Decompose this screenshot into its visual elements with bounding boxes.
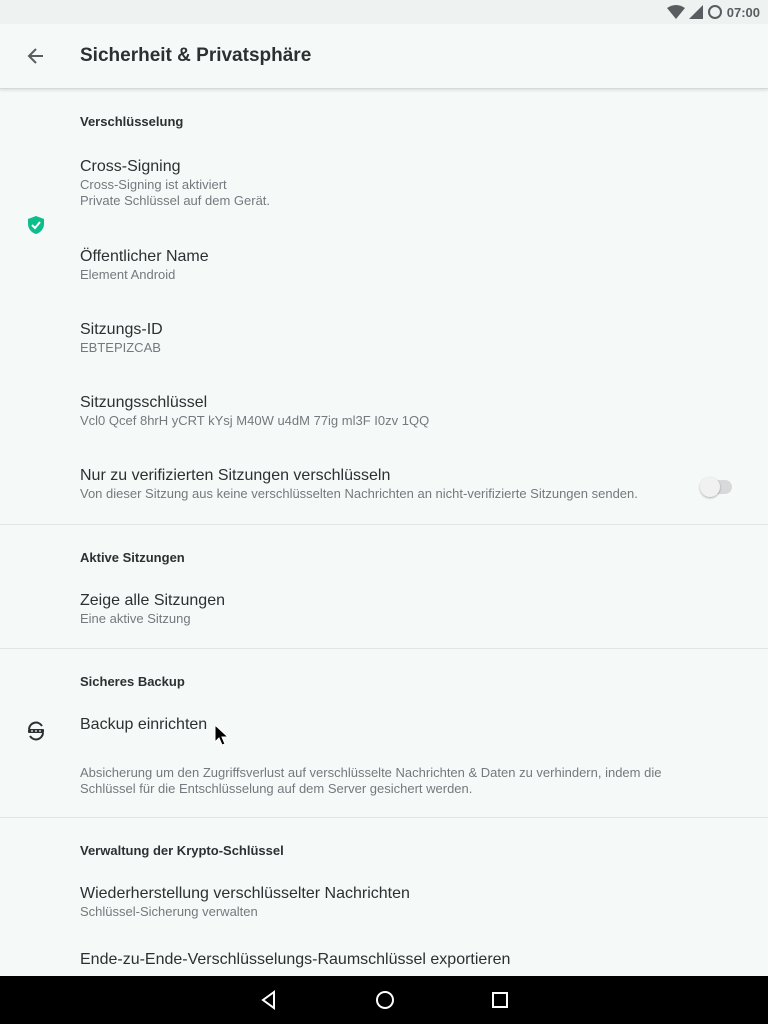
pref-verified-only[interactable]: Nur zu verifizierten Sitzungen verschlüs… [0,466,768,524]
pref-summary: EBTEPIZCAB [80,340,161,355]
nav-back-icon[interactable] [259,990,279,1010]
wifi-icon [666,5,685,19]
section-header-secure-backup: Sicheres Backup [80,674,185,689]
pref-restore-messages[interactable]: Wiederherstellung verschlüsselter Nachri… [0,860,768,934]
pref-title: Zeige alle Sitzungen [80,592,225,609]
pref-summary: Eine aktive Sitzung [80,611,191,626]
pref-title: Öffentlicher Name [80,248,209,265]
pref-session-key[interactable]: Sitzungsschlüssel Vcl0 Qcef 8hrH yCRT kY… [0,393,768,466]
pref-title: Cross-Signing [80,158,181,175]
status-bar: 07:00 [0,0,768,24]
pref-title: Sitzungs-ID [80,321,163,338]
backup-sync-icon [24,719,48,743]
pref-title: Sitzungsschlüssel [80,394,208,411]
system-nav-bar [0,976,768,1024]
pref-summary: Schlüssel-Sicherung verwalten [80,904,258,919]
section-header-active-sessions: Aktive Sitzungen [80,550,185,565]
pref-public-name[interactable]: Öffentlicher Name Element Android [0,247,768,320]
verified-only-toggle[interactable] [700,477,732,497]
battery-circle-icon [707,5,722,19]
pref-summary: Vcl0 Qcef 8hrH yCRT kYsj M40W u4dM 77ig … [80,413,430,428]
section-header-crypto-keys: Verwaltung der Krypto-Schlüssel [80,843,284,858]
cell-signal-icon [688,5,703,19]
shield-check-icon [24,213,48,237]
pref-title: Ende-zu-Ende-Verschlüsselungs-Raumschlüs… [80,951,511,968]
pref-setup-backup[interactable]: Backup einrichten [0,691,768,765]
pref-summary: Element Android [80,267,176,282]
pref-summary: Private Schlüssel auf dem Gerät. [80,193,271,208]
settings-list[interactable]: Verschlüsselung Cross-Signing Cross-Sign… [0,89,768,976]
pref-session-id[interactable]: Sitzungs-ID EBTEPIZCAB [0,320,768,393]
status-time: 07:00 [726,4,760,20]
mouse-cursor-icon [214,724,230,746]
pref-title: Nur zu verifizierten Sitzungen verschlüs… [80,467,391,484]
pref-export-keys[interactable]: Ende-zu-Ende-Verschlüsselungs-Raumschlüs… [0,934,768,976]
pref-summary: Cross-Signing ist aktiviert [80,177,227,192]
back-button[interactable] [0,24,72,88]
app-bar: Sicherheit & Privatsphäre [0,24,768,89]
pref-title: Backup einrichten [80,716,208,733]
page-title: Sicherheit & Privatsphäre [80,45,312,66]
pref-cross-signing[interactable]: Cross-Signing Cross-Signing ist aktivier… [0,131,768,247]
pref-title: Wiederherstellung verschlüsselter Nachri… [80,885,410,902]
pref-show-all-sessions[interactable]: Zeige alle Sitzungen Eine aktive Sitzung [0,567,768,648]
arrow-back-icon [27,48,43,64]
pref-summary: Von dieser Sitzung aus keine verschlüsse… [80,486,638,501]
nav-recents-icon[interactable] [491,991,509,1009]
section-header-encryption: Verschlüsselung [80,114,184,129]
nav-home-icon[interactable] [375,990,395,1010]
backup-info-text: Absicherung um den Zugriffsverlust auf v… [80,765,662,796]
